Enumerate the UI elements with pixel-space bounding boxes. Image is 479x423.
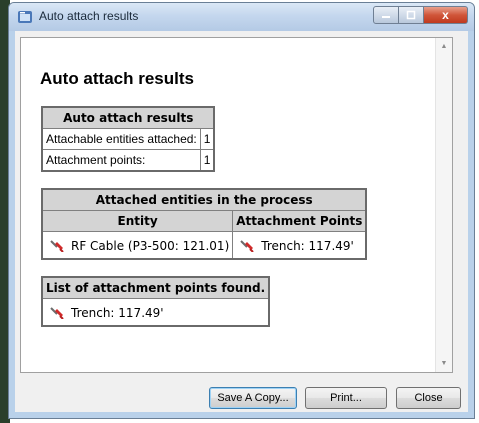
entity-name: RF Cable (P3-500: 121.01)	[71, 238, 230, 253]
entities-table-header: Attached entities in the process	[41, 188, 367, 211]
button-bar: Save A Copy... Print... Close	[15, 384, 468, 412]
page-title: Auto attach results	[40, 69, 194, 88]
cable-plug-icon	[50, 306, 64, 319]
attachment-point-name: Trench: 117.49'	[71, 305, 164, 320]
summary-value: 1	[199, 128, 215, 150]
minimize-icon	[382, 16, 390, 18]
cable-plug-icon	[50, 239, 64, 252]
title-bar[interactable]: Auto attach results x	[9, 3, 474, 31]
maximize-button[interactable]	[399, 6, 424, 24]
dialog-window: Auto attach results x Auto attach result…	[8, 2, 475, 419]
attachment-points-table: List of attachment points found. Trench:…	[41, 276, 271, 327]
table-row: RF Cable (P3-500: 121.01) Trench: 117.49…	[41, 231, 367, 260]
table-row: Attachable entities attached: 1	[41, 128, 215, 150]
report-view[interactable]: Auto attach results Auto attach results …	[20, 37, 453, 373]
save-a-copy-button[interactable]: Save A Copy...	[209, 387, 297, 409]
window-controls: x	[373, 6, 468, 24]
summary-value: 1	[199, 149, 215, 172]
scroll-up-icon[interactable]: ▲	[436, 38, 452, 55]
summary-table-header: Auto attach results	[41, 106, 215, 129]
scroll-down-icon[interactable]: ▼	[436, 355, 452, 372]
vertical-scrollbar[interactable]: ▲ ▼	[435, 38, 452, 372]
cable-plug-icon	[240, 239, 254, 252]
table-row: Trench: 117.49'	[41, 298, 270, 327]
close-window-button[interactable]: x	[424, 6, 468, 24]
minimize-button[interactable]	[373, 6, 399, 24]
summary-label: Attachable entities attached:	[41, 128, 201, 150]
dialog-client-area: Auto attach results Auto attach results …	[15, 31, 468, 412]
points-table-header: List of attachment points found.	[41, 276, 270, 299]
attachment-point-cell: Trench: 117.49'	[232, 231, 367, 260]
column-header-entity: Entity	[41, 210, 234, 232]
print-button[interactable]: Print...	[305, 387, 387, 409]
entity-cell: RF Cable (P3-500: 121.01)	[41, 231, 234, 260]
close-button[interactable]: Close	[396, 387, 461, 409]
summary-table: Auto attach results Attachable entities …	[41, 106, 216, 172]
maximize-icon	[406, 10, 416, 20]
summary-label: Attachment points:	[41, 149, 201, 172]
attachment-point-name: Trench: 117.49'	[261, 238, 354, 253]
attachment-point-item: Trench: 117.49'	[41, 298, 270, 327]
column-header-attachment-points: Attachment Points	[232, 210, 367, 232]
table-row: Attachment points: 1	[41, 149, 215, 172]
window-app-icon	[18, 11, 32, 23]
close-icon: x	[442, 8, 449, 22]
window-title: Auto attach results	[39, 9, 139, 23]
attached-entities-table: Attached entities in the process Entity …	[41, 188, 368, 260]
